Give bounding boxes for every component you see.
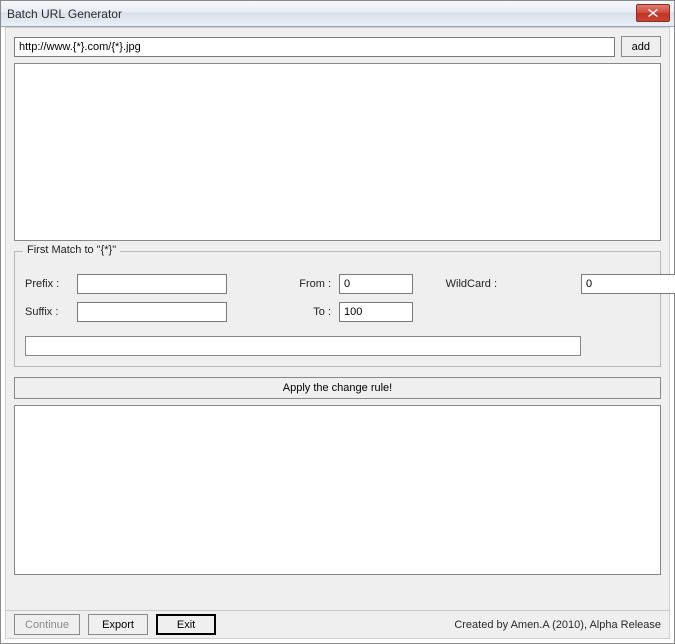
url-pattern-input[interactable] — [14, 37, 615, 57]
wildcard-value: 0 — [582, 278, 674, 290]
close-icon — [648, 9, 658, 17]
wildcard-label: WildCard : — [419, 278, 499, 290]
suffix-label: Suffix : — [25, 306, 71, 318]
prefix-input[interactable] — [77, 274, 227, 294]
group-legend: First Match to "{*}" — [23, 244, 120, 256]
bottom-bar: Continue Export Exit Created by Amen.A (… — [6, 610, 669, 638]
group-grid: Prefix : From : WildCard : 0 Suffix : To… — [25, 274, 650, 322]
from-label: From : — [299, 278, 333, 290]
add-button[interactable]: add — [621, 36, 661, 57]
exit-button[interactable]: Exit — [156, 614, 216, 635]
window-title: Batch URL Generator — [7, 7, 636, 21]
result-list-pane[interactable] — [14, 405, 661, 575]
title-bar: Batch URL Generator — [1, 1, 674, 27]
to-label: To : — [299, 306, 333, 318]
to-input[interactable] — [339, 302, 413, 322]
url-row: add — [6, 28, 669, 63]
wildcard-select[interactable]: 0 — [581, 274, 675, 294]
credit-text: Created by Amen.A (2010), Alpha Release — [454, 619, 661, 631]
first-match-group: First Match to "{*}" Prefix : From : Wil… — [14, 251, 661, 367]
export-button[interactable]: Export — [88, 614, 148, 635]
url-list-pane[interactable] — [14, 63, 661, 241]
apply-rule-button[interactable]: Apply the change rule! — [14, 377, 661, 399]
continue-button[interactable]: Continue — [14, 614, 80, 635]
window-frame: Batch URL Generator add First Match to "… — [0, 0, 675, 644]
suffix-input[interactable] — [77, 302, 227, 322]
close-button[interactable] — [636, 4, 670, 22]
from-input[interactable] — [339, 274, 413, 294]
client-area: add First Match to "{*}" Prefix : From :… — [5, 27, 670, 639]
rule-preview-field[interactable] — [25, 336, 581, 356]
prefix-label: Prefix : — [25, 278, 71, 290]
